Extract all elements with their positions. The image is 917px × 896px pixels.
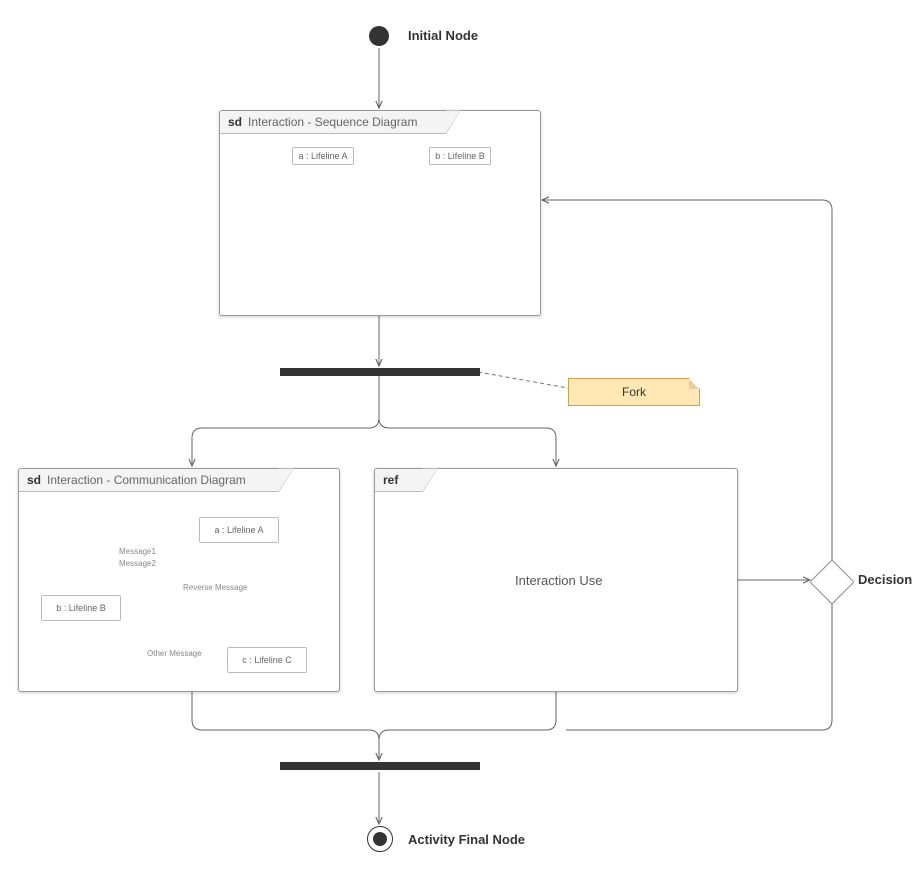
lifeline-a-box: a : Lifeline A bbox=[292, 147, 354, 165]
interaction-use-frame: ref Interaction Use bbox=[374, 468, 738, 692]
lifeline-b-box: b : Lifeline B bbox=[429, 147, 491, 165]
join-bar bbox=[280, 762, 480, 770]
fork-note-text: Fork bbox=[622, 385, 646, 399]
fork-bar bbox=[280, 368, 480, 376]
comm-lifeline-a: a : Lifeline A bbox=[199, 517, 279, 543]
initial-node-label: Initial Node bbox=[408, 28, 478, 43]
comm-msg-other: Other Message bbox=[147, 649, 202, 658]
sequence-diagram-frame: sd Interaction - Sequence Diagram a : Li… bbox=[219, 110, 541, 316]
comm-lifeline-b: b : Lifeline B bbox=[41, 595, 121, 621]
activity-final-node bbox=[367, 826, 393, 852]
comm-frame-prefix: sd bbox=[27, 473, 41, 487]
initial-node bbox=[369, 26, 389, 46]
comm-lifeline-c: c : Lifeline C bbox=[227, 647, 307, 673]
comm-msg-2: Message2 bbox=[119, 559, 156, 568]
interaction-use-tab: ref bbox=[375, 469, 423, 492]
fork-note: Fork bbox=[568, 378, 700, 406]
communication-diagram-frame: sd Interaction - Communication Diagram a… bbox=[18, 468, 340, 692]
activity-final-label: Activity Final Node bbox=[408, 832, 525, 847]
interaction-use-title: Interaction Use bbox=[515, 573, 602, 588]
interaction-use-prefix: ref bbox=[383, 473, 398, 487]
comm-msg-1: Message1 bbox=[119, 547, 156, 556]
comm-frame-title: Interaction - Communication Diagram bbox=[47, 473, 246, 487]
decision-label: Decision bbox=[858, 572, 912, 587]
sequence-frame-tab: sd Interaction - Sequence Diagram bbox=[220, 111, 446, 134]
sequence-frame-title: Interaction - Sequence Diagram bbox=[248, 115, 417, 129]
sequence-frame-prefix: sd bbox=[228, 115, 242, 129]
comm-frame-tab: sd Interaction - Communication Diagram bbox=[19, 469, 279, 492]
comm-msg-reverse: Reverse Message bbox=[183, 583, 247, 592]
